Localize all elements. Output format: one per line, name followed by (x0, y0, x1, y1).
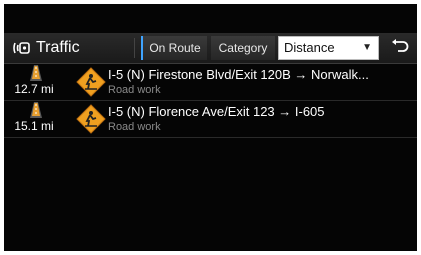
sort-select[interactable]: Distance ▼ (278, 36, 379, 60)
distance-text: 15.1 mi (14, 119, 54, 133)
back-arrow-icon (391, 38, 409, 58)
road-distance-icon (29, 65, 43, 81)
category-button[interactable]: Category (211, 36, 275, 60)
sort-select-value: Distance (284, 40, 335, 55)
road-distance-icon (29, 102, 43, 118)
traffic-screen: Traffic On Route Category Distance ▼ 12.… (4, 4, 417, 251)
distance-column: 12.7 mi (4, 64, 64, 100)
traffic-info-icon (12, 39, 32, 57)
road-work-sign-icon (76, 104, 106, 134)
distance-text: 12.7 mi (14, 82, 54, 96)
traffic-header-bar: Traffic On Route Category Distance ▼ (4, 33, 417, 64)
page-title-group: Traffic (12, 33, 80, 63)
incident-road-text: I-5 (N) Florence Ave/Exit 123 → I-605 (108, 104, 325, 119)
incident-road-text: I-5 (N) Firestone Blvd/Exit 120B → Norwa… (108, 67, 369, 82)
incident-type-text: Road work (108, 121, 161, 133)
header-divider (134, 38, 135, 58)
list-item[interactable]: 15.1 mi I-5 (N) Florence Ave/Exit 123 → … (4, 101, 417, 138)
incident-type-text: Road work (108, 84, 161, 96)
traffic-incident-list: 12.7 mi I-5 (N) Firestone Blvd/Exit 120B… (4, 64, 417, 138)
dropdown-arrow-icon: ▼ (362, 42, 372, 53)
page-title: Traffic (36, 39, 80, 56)
back-button[interactable] (386, 36, 414, 60)
list-item[interactable]: 12.7 mi I-5 (N) Firestone Blvd/Exit 120B… (4, 64, 417, 101)
road-work-sign-icon (76, 67, 106, 97)
on-route-button[interactable]: On Route (141, 36, 207, 60)
distance-column: 15.1 mi (4, 101, 64, 137)
